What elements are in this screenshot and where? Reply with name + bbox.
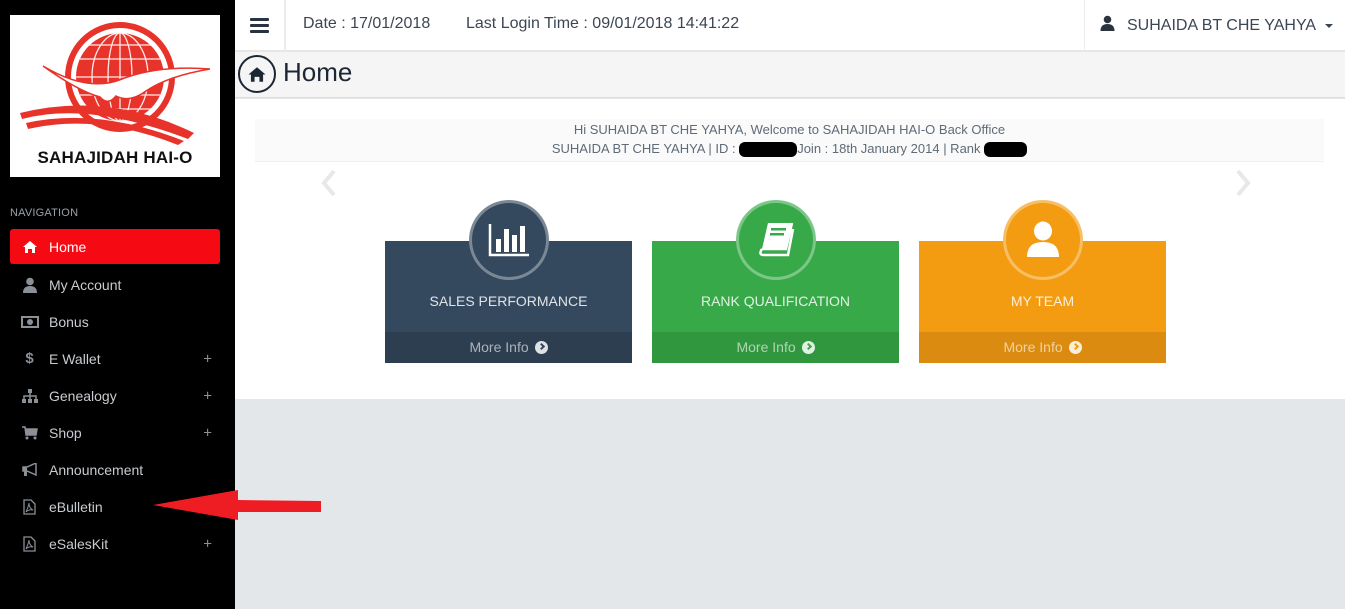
member-id-label: SUHAIDA BT CHE YAHYA | ID : xyxy=(551,141,740,156)
carousel-prev-button[interactable] xyxy=(321,169,337,202)
join-date-label: Join : 18th January 2014 | Rank xyxy=(797,141,985,156)
page-title: Home xyxy=(283,57,353,87)
card-title: SALES PERFORMANCE xyxy=(429,293,588,309)
expand-plus-icon[interactable]: + xyxy=(203,535,212,552)
more-info-label: More Info xyxy=(469,339,529,355)
more-info-link[interactable]: More Info xyxy=(385,332,632,363)
sidebar-item-label: Shop xyxy=(49,424,82,441)
hamburger-icon xyxy=(250,15,269,36)
more-info-link[interactable]: More Info xyxy=(919,332,1166,363)
caret-down-icon xyxy=(1325,23,1334,28)
chevron-right-icon xyxy=(1236,169,1251,197)
redacted-rank xyxy=(984,142,1028,158)
more-info-link[interactable]: More Info xyxy=(652,332,899,363)
nav-heading: NAVIGATION xyxy=(10,207,79,219)
sidebar-item-esaleskit[interactable]: eSalesKit + xyxy=(10,525,220,562)
globe-bird-logo-icon xyxy=(20,22,211,145)
redacted-member-id xyxy=(739,142,798,158)
welcome-banner: Hi SUHAIDA BT CHE YAHYA, Welcome to SAHA… xyxy=(255,119,1324,162)
card-icon-circle xyxy=(1002,200,1083,280)
sidebar-item-label: Announcement xyxy=(49,461,144,478)
member-info: SUHAIDA BT CHE YAHYA | ID : Join : 18th … xyxy=(255,139,1324,158)
sidebar-item-bonus[interactable]: Bonus xyxy=(10,303,220,340)
expand-plus-icon[interactable]: + xyxy=(203,387,212,404)
welcome-message: Hi SUHAIDA BT CHE YAHYA, Welcome to SAHA… xyxy=(573,122,1006,137)
current-date: Date : 17/01/2018 xyxy=(303,15,431,32)
pdf-file-icon xyxy=(10,498,49,515)
sidebar-item-label: E Wallet xyxy=(49,350,101,367)
card-title: RANK QUALIFICATION xyxy=(700,293,851,309)
sitemap-icon xyxy=(10,388,49,403)
bullhorn-icon xyxy=(10,462,49,477)
more-info-label: More Info xyxy=(736,339,796,355)
sidebar-item-label: eBulletin xyxy=(49,498,103,515)
sidebar-item-label: eSalesKit xyxy=(49,535,109,552)
arrow-circle-right-icon xyxy=(534,340,548,354)
sidebar-item-label: Bonus xyxy=(49,313,89,330)
user-icon xyxy=(10,277,49,293)
user-icon xyxy=(1026,221,1059,257)
topbar: Date : 17/01/2018 Last Login Time : 09/0… xyxy=(235,0,1345,51)
book-icon xyxy=(758,222,794,257)
sidebar-item-my-account[interactable]: My Account xyxy=(10,266,220,303)
cart-icon xyxy=(10,425,49,440)
sidebar-item-e-wallet[interactable]: $ E Wallet + xyxy=(10,340,220,377)
dollar-icon: $ xyxy=(25,350,34,367)
sidebar-item-home[interactable]: Home xyxy=(10,229,220,264)
user-icon xyxy=(1100,15,1115,36)
user-menu-dropdown[interactable]: SUHAIDA BT CHE YAHYA xyxy=(1084,0,1345,51)
home-icon xyxy=(238,55,276,93)
sidebar-item-genealogy[interactable]: Genealogy + xyxy=(10,377,220,414)
arrow-circle-right-icon xyxy=(1068,340,1082,354)
rank-qualification-card[interactable]: RANK QUALIFICATION More Info xyxy=(652,200,899,363)
annotation-arrow-icon xyxy=(153,490,321,520)
expand-plus-icon[interactable]: + xyxy=(203,350,212,367)
expand-plus-icon[interactable]: + xyxy=(203,424,212,441)
pdf-file-icon xyxy=(10,535,49,552)
menu-toggle-button[interactable] xyxy=(235,0,286,51)
user-name: SUHAIDA BT CHE YAHYA xyxy=(1127,16,1317,34)
card-icon-circle xyxy=(735,200,816,280)
brand-logo[interactable]: SAHAJIDAH HAI-O xyxy=(10,15,220,177)
more-info-label: More Info xyxy=(1003,339,1063,355)
my-team-card[interactable]: MY TEAM More Info xyxy=(919,200,1166,363)
sidebar-item-label: Home xyxy=(49,238,87,255)
card-title: MY TEAM xyxy=(1010,293,1075,309)
main-content: Hi SUHAIDA BT CHE YAHYA, Welcome to SAHA… xyxy=(235,99,1345,399)
chevron-left-icon xyxy=(321,169,336,197)
sidebar-item-shop[interactable]: Shop + xyxy=(10,414,220,451)
sidebar-item-label: My Account xyxy=(49,276,122,293)
brand-name: SAHAJIDAH HAI-O xyxy=(37,148,193,167)
sidebar-item-announcement[interactable]: Announcement xyxy=(10,451,220,488)
sidebar-item-label: Genealogy xyxy=(49,387,117,404)
last-login-time: Last Login Time : 09/01/2018 14:41:22 xyxy=(466,15,740,32)
card-icon-circle xyxy=(468,200,549,280)
sales-performance-card[interactable]: SALES PERFORMANCE More Info xyxy=(385,200,632,363)
arrow-circle-right-icon xyxy=(801,340,815,354)
page-header: Home xyxy=(235,52,1345,98)
bar-chart-icon xyxy=(488,224,529,257)
carousel-next-button[interactable] xyxy=(1235,169,1251,202)
money-icon xyxy=(10,315,49,328)
home-icon xyxy=(10,240,49,254)
